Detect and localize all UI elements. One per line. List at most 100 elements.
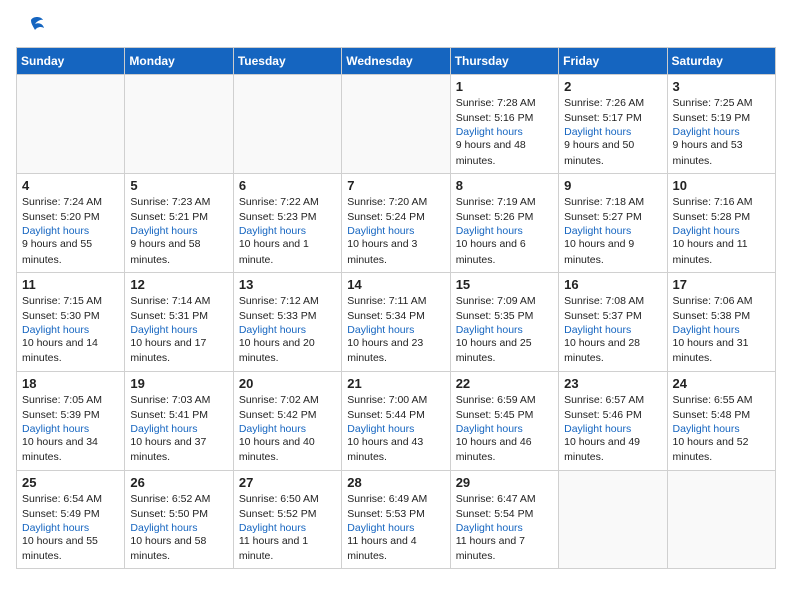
daylight-info: 10 hours and 3 minutes. (347, 237, 444, 267)
day-number: 23 (564, 376, 661, 391)
calendar-cell: 6Sunrise: 7:22 AMSunset: 5:23 PMDaylight… (233, 173, 341, 272)
day-number: 21 (347, 376, 444, 391)
daylight-label: Daylight hours (239, 324, 336, 336)
calendar-cell (233, 75, 341, 174)
daylight-label: Daylight hours (456, 522, 553, 534)
day-info: Sunrise: 7:11 AM (347, 294, 444, 309)
daylight-label: Daylight hours (347, 225, 444, 237)
day-info: Sunrise: 6:49 AM (347, 492, 444, 507)
day-info-sunset: Sunset: 5:54 PM (456, 507, 553, 522)
day-number: 5 (130, 178, 227, 193)
daylight-info: 9 hours and 48 minutes. (456, 138, 553, 168)
daylight-info: 10 hours and 9 minutes. (564, 237, 661, 267)
daylight-info: 10 hours and 11 minutes. (673, 237, 770, 267)
calendar-cell: 16Sunrise: 7:08 AMSunset: 5:37 PMDayligh… (559, 272, 667, 371)
day-info-sunset: Sunset: 5:53 PM (347, 507, 444, 522)
day-info: Sunrise: 7:03 AM (130, 393, 227, 408)
day-info: Sunrise: 7:09 AM (456, 294, 553, 309)
day-info: Sunrise: 7:28 AM (456, 96, 553, 111)
column-header-thursday: Thursday (450, 48, 558, 75)
day-info: Sunrise: 7:22 AM (239, 195, 336, 210)
daylight-label: Daylight hours (456, 423, 553, 435)
day-info: Sunrise: 6:50 AM (239, 492, 336, 507)
calendar-week-row: 11Sunrise: 7:15 AMSunset: 5:30 PMDayligh… (17, 272, 776, 371)
day-info-sunset: Sunset: 5:17 PM (564, 111, 661, 126)
logo (16, 16, 45, 39)
day-number: 2 (564, 79, 661, 94)
day-number: 13 (239, 277, 336, 292)
day-info-sunset: Sunset: 5:41 PM (130, 408, 227, 423)
day-number: 6 (239, 178, 336, 193)
day-info-sunset: Sunset: 5:28 PM (673, 210, 770, 225)
calendar-cell: 10Sunrise: 7:16 AMSunset: 5:28 PMDayligh… (667, 173, 775, 272)
day-number: 4 (22, 178, 119, 193)
day-info: Sunrise: 6:59 AM (456, 393, 553, 408)
day-info-sunset: Sunset: 5:45 PM (456, 408, 553, 423)
column-header-tuesday: Tuesday (233, 48, 341, 75)
day-number: 24 (673, 376, 770, 391)
calendar-cell (342, 75, 450, 174)
day-info: Sunrise: 7:20 AM (347, 195, 444, 210)
calendar-cell: 13 Sunrise: 7:12 AMSunset: 5:33 PMDayligh… (233, 272, 341, 371)
daylight-info: 11 hours and 4 minutes. (347, 534, 444, 564)
daylight-info: 10 hours and 25 minutes. (456, 336, 553, 366)
calendar-week-row: 1Sunrise: 7:28 AMSunset: 5:16 PMDaylight… (17, 75, 776, 174)
column-header-saturday: Saturday (667, 48, 775, 75)
day-info-sunset: Sunset: 5:20 PM (22, 210, 119, 225)
day-info-sunset: Sunset: 5:37 PM (564, 309, 661, 324)
daylight-info: 10 hours and 43 minutes. (347, 435, 444, 465)
daylight-info: 11 hours and 7 minutes. (456, 534, 553, 564)
column-header-monday: Monday (125, 48, 233, 75)
day-info: Sunrise: 7:19 AM (456, 195, 553, 210)
daylight-info: 10 hours and 23 minutes. (347, 336, 444, 366)
daylight-label: Daylight hours (130, 324, 227, 336)
daylight-label: Daylight hours (130, 522, 227, 534)
daylight-label: Daylight hours (22, 324, 119, 336)
daylight-info: 10 hours and 17 minutes. (130, 336, 227, 366)
day-number: 15 (456, 277, 553, 292)
day-info-sunset: Sunset: 5:24 PM (347, 210, 444, 225)
day-number: 11 (22, 277, 119, 292)
day-info: Sunrise: 7:15 AM (22, 294, 119, 309)
day-number: 16 (564, 277, 661, 292)
calendar-week-row: 18Sunrise: 7:05 AMSunset: 5:39 PMDayligh… (17, 371, 776, 470)
day-info-sunset: Sunset: 5:35 PM (456, 309, 553, 324)
day-number: 14 (347, 277, 444, 292)
daylight-info: 9 hours and 58 minutes. (130, 237, 227, 267)
day-info-sunset: Sunset: 5:33 PM (239, 309, 336, 324)
day-info: Sunrise: 7:06 AM (673, 294, 770, 309)
daylight-info: 10 hours and 37 minutes. (130, 435, 227, 465)
daylight-info: 9 hours and 53 minutes. (673, 138, 770, 168)
daylight-label: Daylight hours (239, 423, 336, 435)
daylight-label: Daylight hours (22, 423, 119, 435)
day-info: Sunrise: 7:24 AM (22, 195, 119, 210)
daylight-label: Daylight hours (456, 126, 553, 138)
day-info-sunset: Sunset: 5:16 PM (456, 111, 553, 126)
calendar-week-row: 25Sunrise: 6:54 AMSunset: 5:49 PMDayligh… (17, 470, 776, 569)
calendar-cell (559, 470, 667, 569)
column-header-sunday: Sunday (17, 48, 125, 75)
day-info-sunset: Sunset: 5:38 PM (673, 309, 770, 324)
day-info-sunset: Sunset: 5:46 PM (564, 408, 661, 423)
calendar-cell: 24Sunrise: 6:55 AMSunset: 5:48 PMDayligh… (667, 371, 775, 470)
daylight-info: 10 hours and 20 minutes. (239, 336, 336, 366)
calendar-cell: 14Sunrise: 7:11 AMSunset: 5:34 PMDayligh… (342, 272, 450, 371)
calendar-cell: 23Sunrise: 6:57 AMSunset: 5:46 PMDayligh… (559, 371, 667, 470)
calendar-cell (17, 75, 125, 174)
day-number: 26 (130, 475, 227, 490)
day-number: 22 (456, 376, 553, 391)
calendar-cell: 27Sunrise: 6:50 AMSunset: 5:52 PMDayligh… (233, 470, 341, 569)
day-number: 10 (673, 178, 770, 193)
calendar-week-row: 4 Sunrise: 7:24 AMSunset: 5:20 PM Daylight… (17, 173, 776, 272)
daylight-label: Daylight hours (673, 225, 770, 237)
column-header-wednesday: Wednesday (342, 48, 450, 75)
day-info: Sunrise: 7:12 AM (239, 294, 336, 309)
day-info-sunset: Sunset: 5:44 PM (347, 408, 444, 423)
day-info: Sunrise: 6:55 AM (673, 393, 770, 408)
daylight-label: Daylight hours (564, 126, 661, 138)
day-number: 1 (456, 79, 553, 94)
day-number: 20 (239, 376, 336, 391)
calendar-cell: 18Sunrise: 7:05 AMSunset: 5:39 PMDayligh… (17, 371, 125, 470)
daylight-label: Daylight hours (673, 126, 770, 138)
day-info: Sunrise: 7:18 AM (564, 195, 661, 210)
